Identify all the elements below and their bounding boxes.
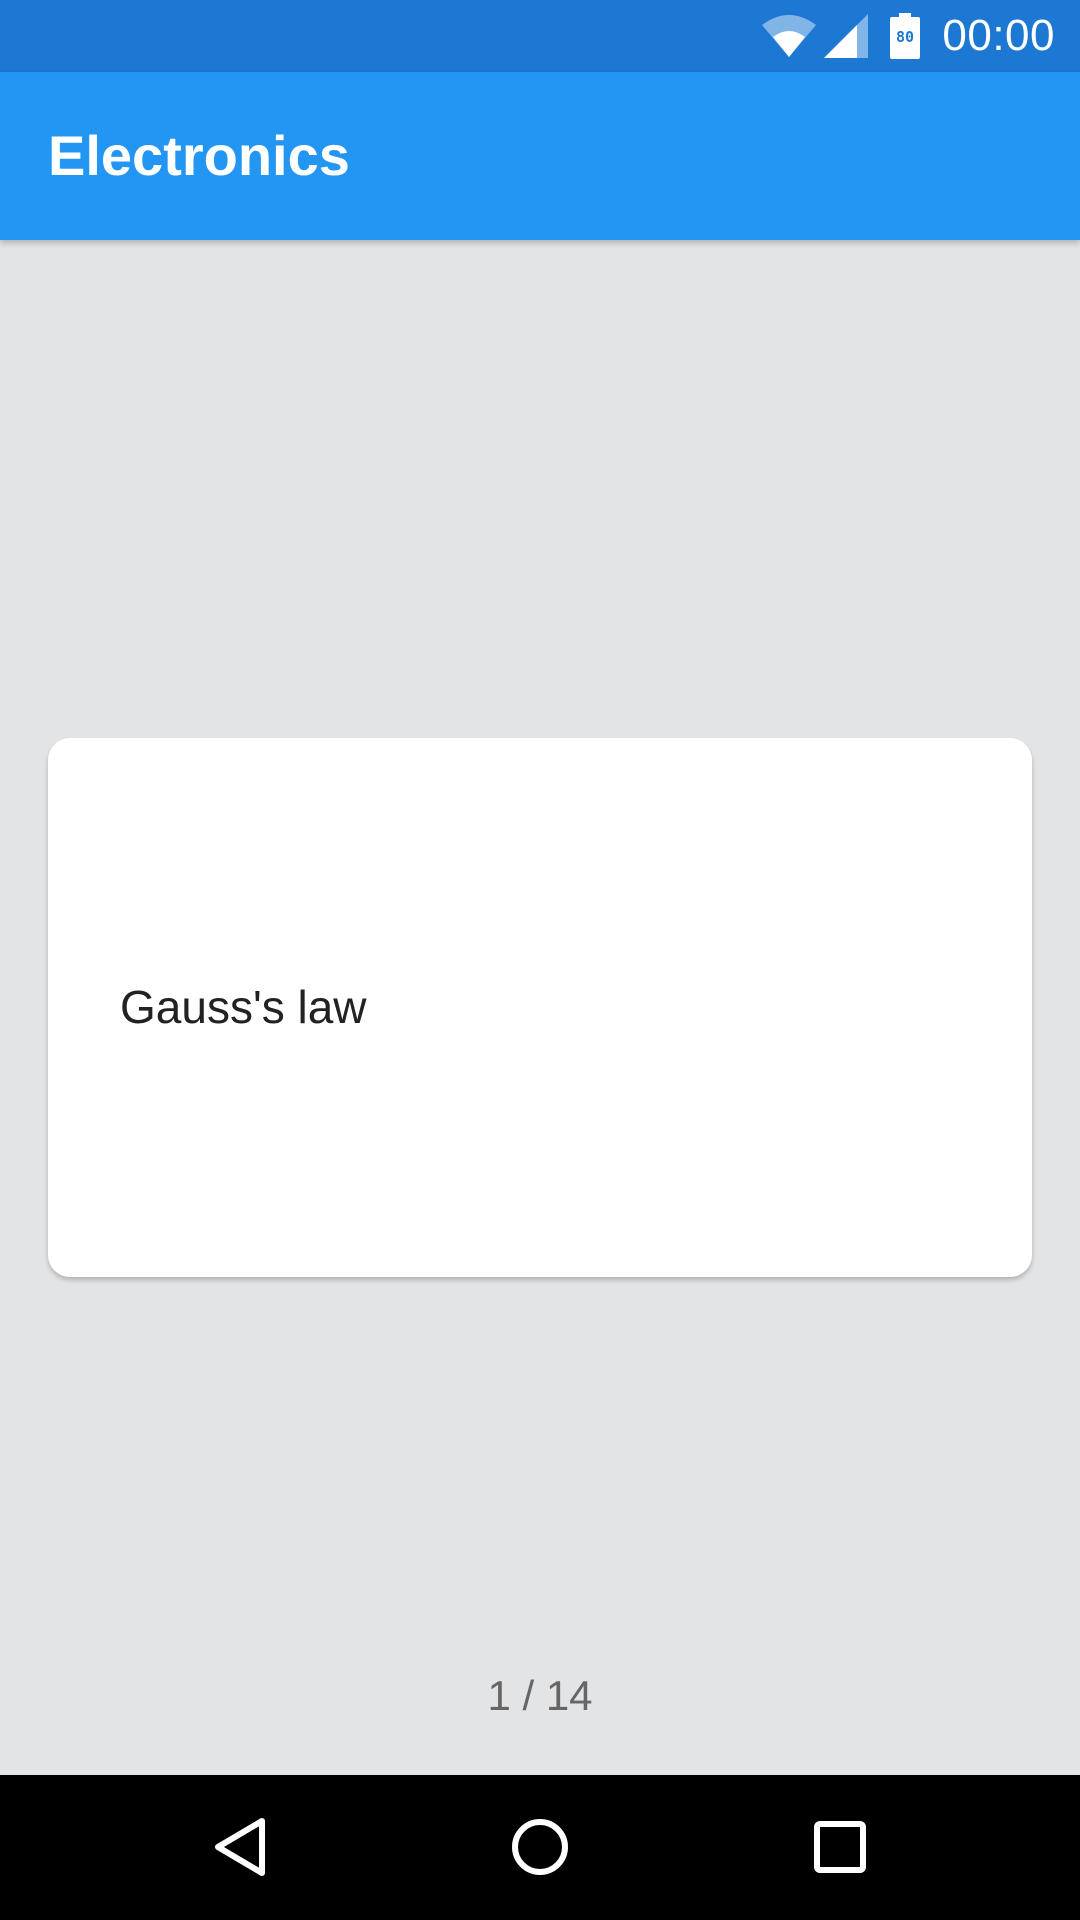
back-icon <box>215 1818 265 1876</box>
wifi-icon <box>760 13 818 59</box>
cell-signal-icon <box>824 14 869 58</box>
app-title: Electronics <box>48 124 350 187</box>
home-icon <box>512 1819 568 1875</box>
app-bar: Electronics <box>0 72 1080 240</box>
home-button[interactable] <box>500 1807 580 1887</box>
page-indicator: 1 / 14 <box>487 1672 593 1719</box>
card-term: Gauss's law <box>120 981 367 1033</box>
flash-card[interactable]: Gauss's law <box>48 738 1032 1277</box>
back-button[interactable] <box>200 1807 280 1887</box>
recents-button[interactable] <box>800 1807 880 1887</box>
battery-icon: 80 <box>890 13 921 59</box>
status-clock: 00:00 <box>942 11 1055 60</box>
recents-icon <box>814 1821 866 1873</box>
status-icons: 80 00:00 <box>760 0 1080 72</box>
navigation-bar <box>0 1775 1080 1920</box>
battery-level-text: 80 <box>896 28 914 46</box>
status-bar: 80 00:00 <box>0 0 1080 72</box>
